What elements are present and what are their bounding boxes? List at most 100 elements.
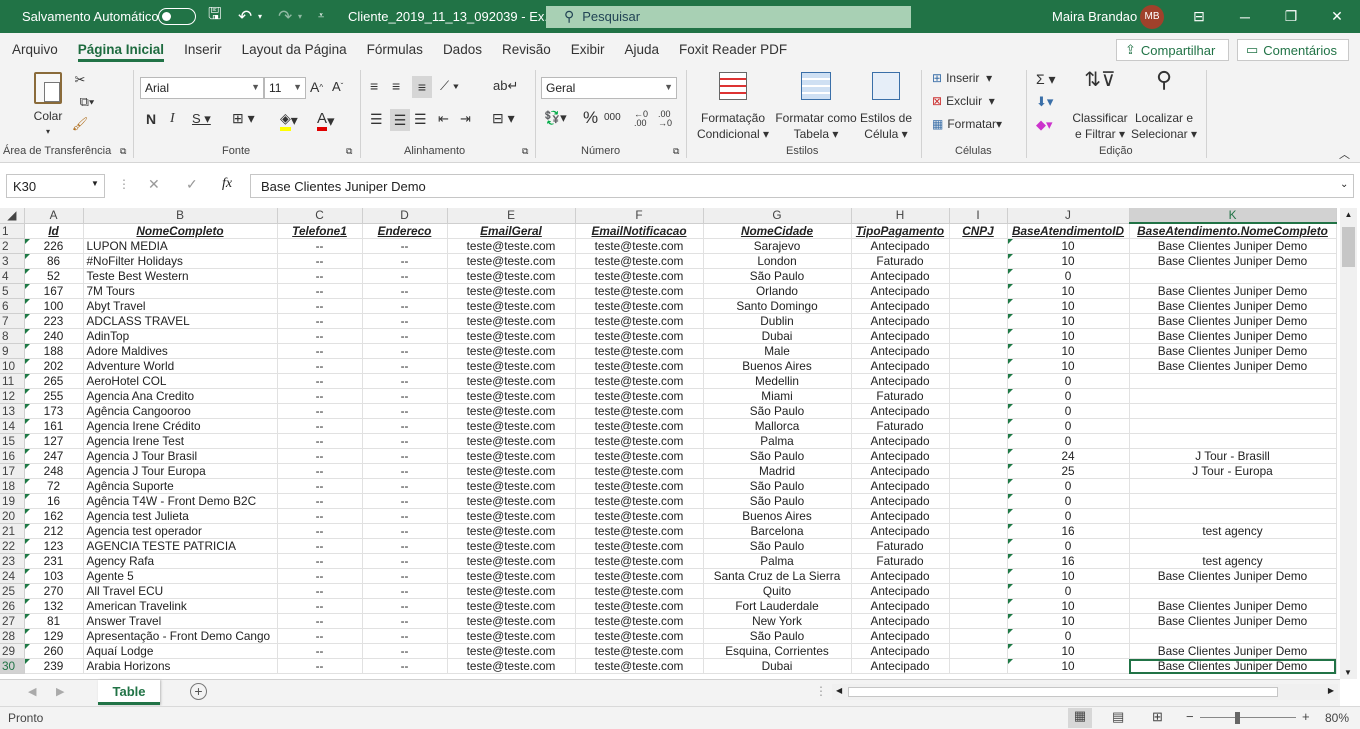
restore-icon[interactable]: ❐ [1268, 0, 1314, 33]
cell-i[interactable] [949, 343, 1008, 359]
cell-c[interactable]: -- [277, 283, 363, 299]
row-header[interactable]: 5 [0, 283, 25, 299]
scroll-left-icon[interactable]: ◀ [836, 686, 842, 695]
cell-b[interactable]: Adore Maldives [83, 343, 278, 359]
font-name-select[interactable]: Arial ▼ [140, 77, 264, 99]
cell-f[interactable]: teste@teste.com [575, 298, 704, 314]
cell-h[interactable]: Antecipado [851, 313, 950, 329]
cell-h[interactable]: Antecipado [851, 238, 950, 254]
cell-f[interactable]: teste@teste.com [575, 523, 704, 539]
cell-e[interactable]: teste@teste.com [447, 298, 576, 314]
row-header[interactable]: 18 [0, 478, 25, 494]
cell-e[interactable]: teste@teste.com [447, 508, 576, 524]
cell-g[interactable]: Santo Domingo [703, 298, 852, 314]
cell-e[interactable]: teste@teste.com [447, 373, 576, 389]
vertical-scroll-thumb[interactable] [1342, 227, 1355, 267]
bold-icon[interactable]: N [146, 111, 156, 127]
insert-function-icon[interactable]: fx [222, 176, 232, 192]
cell-i[interactable] [949, 328, 1008, 344]
zoom-slider-track[interactable] [1200, 717, 1296, 718]
cell-e[interactable]: teste@teste.com [447, 583, 576, 599]
cell-j[interactable]: 0 [1007, 478, 1130, 494]
cell-b[interactable]: #NoFilter Holidays [83, 253, 278, 269]
cell-a[interactable]: 247 [24, 448, 84, 464]
cell-g[interactable]: São Paulo [703, 403, 852, 419]
cell-h[interactable]: Antecipado [851, 583, 950, 599]
cell-i[interactable] [949, 403, 1008, 419]
zoom-in-icon[interactable]: + [1302, 709, 1310, 724]
tab-splitter-icon[interactable]: ⋮ [815, 684, 827, 698]
tab-formulas[interactable]: Fórmulas [357, 33, 433, 66]
cell-h[interactable]: Antecipado [851, 613, 950, 629]
cell-d[interactable]: -- [362, 658, 448, 674]
cell-h[interactable]: Faturado [851, 538, 950, 554]
cell-k[interactable]: Base Clientes Juniper Demo [1129, 313, 1337, 329]
cell-f[interactable]: teste@teste.com [575, 343, 704, 359]
ribbon-display-icon[interactable]: ⊟ [1176, 0, 1222, 33]
cell-e[interactable]: teste@teste.com [447, 403, 576, 419]
prev-sheet-icon[interactable]: ◀ [28, 685, 36, 698]
cell-h[interactable]: Antecipado [851, 643, 950, 659]
cell-j[interactable]: 16 [1007, 553, 1130, 569]
column-header-i[interactable]: I [949, 208, 1008, 224]
cell-i[interactable] [949, 238, 1008, 254]
minimize-icon[interactable]: ─ [1222, 0, 1268, 33]
row-header[interactable]: 6 [0, 298, 25, 314]
cell-c[interactable]: -- [277, 253, 363, 269]
row-header[interactable]: 27 [0, 613, 25, 629]
cell-h[interactable]: Antecipado [851, 478, 950, 494]
format-as-table-button[interactable]: Formatar como Tabela ▾ [772, 72, 860, 142]
cell-f[interactable]: teste@teste.com [575, 658, 704, 674]
row-header[interactable]: 11 [0, 373, 25, 389]
cell-b[interactable]: Arabia Horizons [83, 658, 278, 674]
cell-c[interactable]: -- [277, 388, 363, 404]
cell-a[interactable]: 100 [24, 298, 84, 314]
scroll-down-icon[interactable]: ▼ [1344, 668, 1352, 677]
row-header[interactable]: 1 [0, 223, 25, 239]
cell-f[interactable]: teste@teste.com [575, 238, 704, 254]
tab-exibir[interactable]: Exibir [561, 33, 615, 66]
select-all-corner[interactable]: ◢ [0, 208, 25, 224]
cell-k[interactable] [1129, 538, 1337, 554]
delete-cells-button[interactable]: ⊠ Excluir ▾ [932, 94, 995, 108]
horizontal-scrollbar[interactable]: ◀ ▶ [832, 684, 1338, 700]
cell-e[interactable]: teste@teste.com [447, 628, 576, 644]
cell-g[interactable]: Dubai [703, 658, 852, 674]
row-header[interactable]: 8 [0, 328, 25, 344]
row-header[interactable]: 7 [0, 313, 25, 329]
cell-j[interactable]: 16 [1007, 523, 1130, 539]
cell-h[interactable]: Antecipado [851, 508, 950, 524]
cancel-formula-icon[interactable]: ✕ [148, 176, 160, 193]
cell-j[interactable]: 0 [1007, 418, 1130, 434]
cell-a[interactable]: 226 [24, 238, 84, 254]
cell-a[interactable]: 231 [24, 553, 84, 569]
font-color-icon[interactable]: A ▾ [317, 110, 335, 131]
cell-k[interactable]: Base Clientes Juniper Demo [1129, 298, 1337, 314]
cell-a[interactable]: 16 [24, 493, 84, 509]
cell-f[interactable]: teste@teste.com [575, 313, 704, 329]
cell-c[interactable]: -- [277, 508, 363, 524]
cell-g[interactable]: London [703, 253, 852, 269]
cell-c[interactable]: -- [277, 613, 363, 629]
tab-pagina-inicial[interactable]: Página Inicial [68, 33, 174, 66]
cell-a[interactable]: 240 [24, 328, 84, 344]
row-header[interactable]: 12 [0, 388, 25, 404]
cell-b[interactable]: Agente 5 [83, 568, 278, 584]
cell-f[interactable]: teste@teste.com [575, 328, 704, 344]
cell-i[interactable] [949, 358, 1008, 374]
cell-j[interactable]: 10 [1007, 328, 1130, 344]
cell-h[interactable]: Antecipado [851, 403, 950, 419]
cell-f[interactable]: teste@teste.com [575, 538, 704, 554]
decrease-indent-icon[interactable]: ⇤ [438, 111, 449, 127]
cell-f[interactable]: teste@teste.com [575, 553, 704, 569]
cell-g[interactable]: Esquina, Corrientes [703, 643, 852, 659]
row-header[interactable]: 21 [0, 523, 25, 539]
column-title-cell[interactable]: EmailGeral [447, 223, 576, 239]
tab-ajuda[interactable]: Ajuda [615, 33, 670, 66]
font-size-select[interactable]: 11 ▼ [264, 77, 306, 99]
cell-b[interactable]: Agencia test operador [83, 523, 278, 539]
cell-j[interactable]: 0 [1007, 583, 1130, 599]
column-header-j[interactable]: J [1007, 208, 1130, 224]
cell-h[interactable]: Antecipado [851, 628, 950, 644]
cell-g[interactable]: Dubai [703, 328, 852, 344]
